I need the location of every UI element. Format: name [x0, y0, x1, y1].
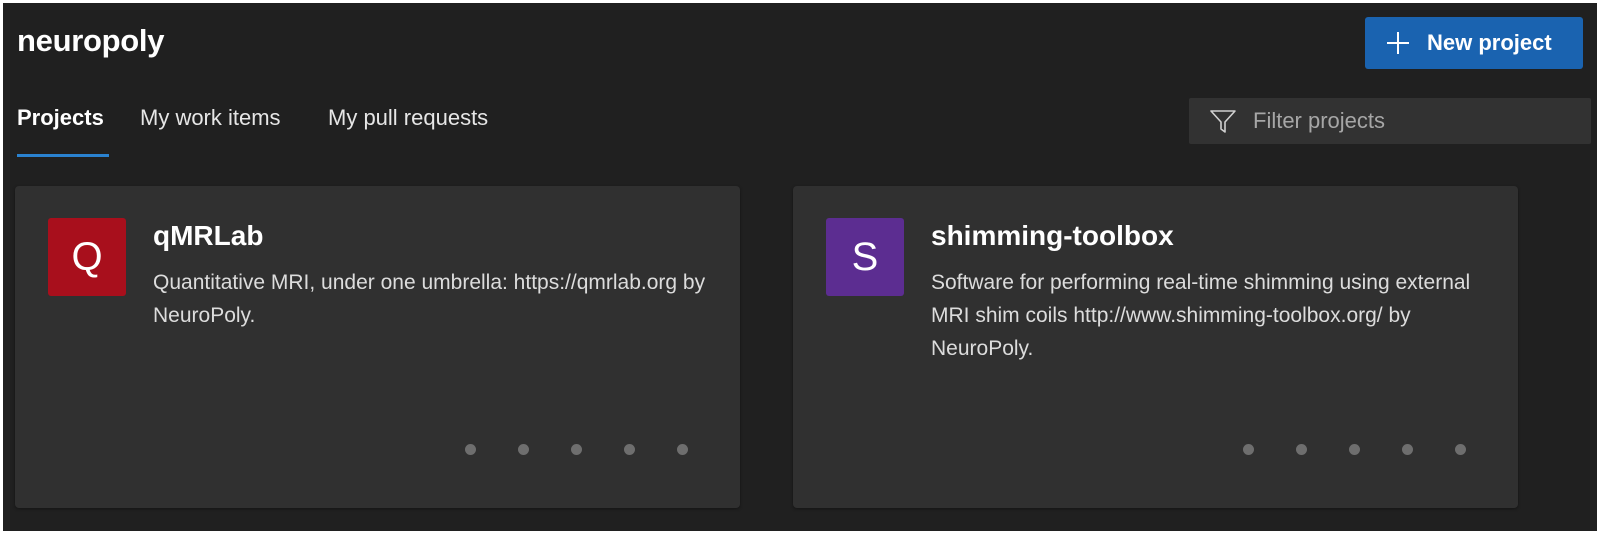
project-avatar: Q [48, 218, 126, 296]
pagination-dot[interactable] [1243, 444, 1254, 455]
filter-projects-box[interactable] [1189, 98, 1591, 144]
active-tab-indicator [17, 154, 109, 157]
tab-projects[interactable]: Projects [17, 105, 104, 131]
project-card-shimming-toolbox[interactable]: S shimming-toolbox Software for performi… [793, 186, 1518, 508]
pagination-dot[interactable] [1296, 444, 1307, 455]
screenshot-frame: neuropoly New project Projects My work i… [0, 0, 1600, 535]
pagination-dot[interactable] [571, 444, 582, 455]
plus-icon [1387, 32, 1409, 54]
project-title[interactable]: shimming-toolbox [931, 220, 1174, 252]
new-project-button[interactable]: New project [1365, 17, 1583, 69]
card-pagination-dots [465, 444, 688, 455]
project-description: Software for performing real-time shimmi… [931, 271, 1471, 360]
pagination-dot[interactable] [465, 444, 476, 455]
projects-page: neuropoly New project Projects My work i… [3, 3, 1597, 531]
pagination-dot[interactable] [1402, 444, 1413, 455]
organization-title: neuropoly [17, 23, 165, 58]
project-title[interactable]: qMRLab [153, 220, 263, 252]
funnel-icon [1210, 110, 1236, 133]
filter-projects-input[interactable] [1251, 107, 1575, 135]
tab-my-work-items[interactable]: My work items [140, 105, 281, 131]
pagination-dot[interactable] [677, 444, 688, 455]
new-project-label: New project [1427, 30, 1552, 55]
tab-my-pull-requests[interactable]: My pull requests [328, 105, 488, 131]
pagination-dot[interactable] [624, 444, 635, 455]
pagination-dot[interactable] [1349, 444, 1360, 455]
project-description: Quantitative MRI, under one umbrella: ht… [153, 271, 706, 327]
card-pagination-dots [1243, 444, 1466, 455]
pagination-dot[interactable] [1455, 444, 1466, 455]
pagination-dot[interactable] [518, 444, 529, 455]
project-card-qmrlab[interactable]: Q qMRLab Quantitative MRI, under one umb… [15, 186, 740, 508]
project-avatar: S [826, 218, 904, 296]
